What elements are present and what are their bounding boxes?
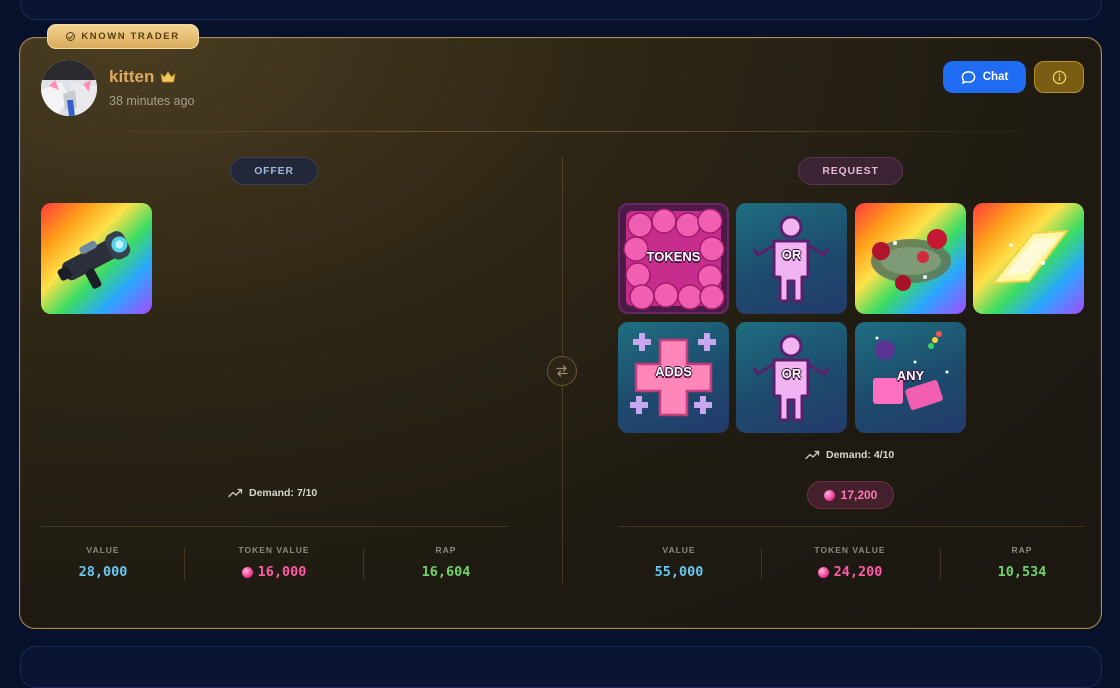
- request-value-label: VALUE: [662, 545, 696, 555]
- request-label: REQUEST: [798, 157, 903, 185]
- offer-label: OFFER: [230, 157, 318, 185]
- swap-button[interactable]: [547, 356, 577, 386]
- avatar[interactable]: [41, 60, 97, 116]
- offer-token-value: 16,000: [204, 564, 344, 580]
- request-stat-separator-1: [761, 548, 762, 580]
- token-coin-icon: [823, 489, 835, 501]
- chat-label: Chat: [982, 71, 1009, 83]
- or-label-2: OR: [781, 366, 802, 381]
- offer-stat-separator-2: [363, 548, 364, 580]
- info-button[interactable]: [1034, 61, 1084, 93]
- offer-stat-separator-1: [184, 548, 185, 580]
- request-rap-label: RAP: [1011, 545, 1033, 555]
- request-token-amount: 17,200: [807, 481, 894, 509]
- offer-token-value-label: TOKEN VALUE: [238, 545, 310, 555]
- request-item-any[interactable]: ANY: [855, 322, 966, 433]
- username-text[interactable]: kitten: [109, 67, 154, 87]
- request-token-value-label: TOKEN VALUE: [814, 545, 886, 555]
- request-item-crystal[interactable]: [973, 203, 1084, 314]
- request-token-value-text: 24,200: [833, 564, 883, 580]
- offer-token-value-text: 16,000: [257, 564, 307, 580]
- offer-item-rainbow-blaster[interactable]: [41, 203, 152, 314]
- token-coin-icon: [241, 566, 253, 578]
- previous-trade-card: [20, 0, 1102, 20]
- known-trader-badge: KNOWN TRADER: [47, 24, 199, 49]
- request-item-or-2[interactable]: OR: [736, 322, 847, 433]
- request-item-or[interactable]: OR: [736, 203, 847, 314]
- offer-rap-text: 16,604: [421, 564, 471, 580]
- check-circle-icon: [66, 32, 76, 41]
- request-token-value: 24,200: [780, 564, 920, 580]
- offer-value-label: VALUE: [86, 545, 120, 555]
- rose-wreath-item-icon: [871, 229, 951, 291]
- header-divider: [90, 131, 1050, 132]
- request-value: 55,000: [609, 564, 749, 580]
- swap-arrows-icon: [556, 365, 568, 377]
- crystal-item-icon: [990, 229, 1070, 285]
- next-trade-card: [20, 646, 1102, 688]
- any-label: ANY: [896, 368, 925, 383]
- request-rap-text: 10,534: [997, 564, 1047, 580]
- request-value-text: 55,000: [654, 564, 704, 580]
- request-item-adds[interactable]: ADDS: [618, 322, 729, 433]
- token-coin-icon: [817, 566, 829, 578]
- blaster-item-icon: [57, 231, 131, 289]
- request-rap: 10,534: [952, 564, 1092, 580]
- token-amount-text: 17,200: [840, 488, 878, 502]
- known-trader-label: KNOWN TRADER: [81, 31, 180, 42]
- offer-rap-label: RAP: [435, 545, 457, 555]
- offer-demand-text: Demand: 7/10: [249, 487, 318, 499]
- request-item-tokens[interactable]: TOKENS: [618, 203, 729, 314]
- info-icon: [1052, 70, 1066, 84]
- offer-value: 28,000: [33, 564, 173, 580]
- trend-up-icon-2: [805, 450, 820, 460]
- request-item-rose-wreath[interactable]: [855, 203, 966, 314]
- offer-rap: 16,604: [376, 564, 516, 580]
- request-demand: Demand: 4/10: [805, 449, 894, 461]
- offer-value-text: 28,000: [78, 564, 128, 580]
- offer-demand: Demand: 7/10: [228, 487, 317, 499]
- request-stats-divider: [618, 526, 1084, 527]
- adds-label: ADDS: [655, 364, 692, 379]
- offer-stats-divider: [41, 526, 508, 527]
- request-stat-separator-2: [940, 548, 941, 580]
- posted-time: 38 minutes ago: [109, 94, 195, 108]
- or-label: OR: [781, 247, 802, 262]
- username[interactable]: kitten: [109, 67, 176, 87]
- crown-icon: [160, 71, 176, 83]
- tokens-label: TOKENS: [646, 249, 701, 264]
- chat-bubble-icon: [961, 70, 976, 84]
- chat-button[interactable]: Chat: [943, 61, 1026, 93]
- trend-up-icon: [228, 488, 243, 498]
- request-demand-text: Demand: 4/10: [826, 449, 895, 461]
